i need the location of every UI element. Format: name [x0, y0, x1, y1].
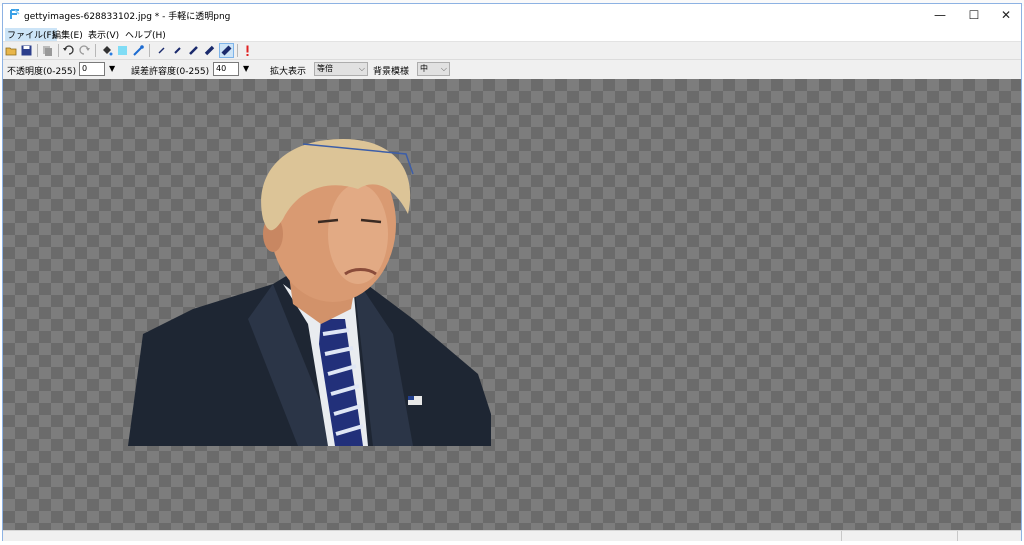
- app-window: gettyimages-628833102.jpg * - 手軽に透明png —…: [2, 3, 1022, 543]
- zoom-select[interactable]: 等倍 ⌵: [314, 62, 368, 76]
- opacity-dropdown-arrow-icon[interactable]: ▼: [109, 64, 115, 73]
- toolbar-separator: [95, 44, 96, 57]
- toolbar-separator: [237, 44, 238, 57]
- close-icon: ✕: [1000, 8, 1012, 22]
- maximize-button[interactable]: ☐: [957, 4, 991, 26]
- toolbar-separator: [37, 44, 38, 57]
- fill-bucket-icon[interactable]: [100, 44, 113, 57]
- menu-bar: ファイル(F) 編集(E) 表示(V) ヘルプ(H): [3, 26, 1021, 42]
- bg-pattern-select[interactable]: 中 ⌵: [417, 62, 450, 76]
- pen-size-3-icon[interactable]: [187, 44, 200, 57]
- tolerance-dropdown-arrow-icon[interactable]: ▼: [243, 64, 249, 73]
- minimize-button[interactable]: —: [923, 4, 957, 26]
- bg-pattern-label: 背景模様: [373, 67, 410, 77]
- tolerance-label: 誤差許容度(0-255): [131, 67, 210, 77]
- title-bar: gettyimages-628833102.jpg * - 手軽に透明png —…: [3, 4, 1021, 26]
- zoom-value: 等倍: [317, 64, 333, 73]
- zoom-label: 拡大表示: [270, 67, 307, 77]
- menu-edit[interactable]: 編集(E): [52, 28, 83, 41]
- chevron-down-icon: ⌵: [358, 64, 365, 73]
- open-folder-icon[interactable]: [5, 44, 18, 57]
- close-button[interactable]: ✕: [989, 4, 1023, 26]
- rectangle-icon[interactable]: [116, 44, 129, 57]
- tolerance-input[interactable]: 40: [213, 62, 239, 76]
- menu-view[interactable]: 表示(V): [88, 28, 119, 41]
- opacity-input[interactable]: 0: [79, 62, 105, 76]
- toolbar: [3, 42, 1021, 60]
- portrait-photo: [128, 139, 491, 446]
- pen-size-1-icon[interactable]: [155, 44, 168, 57]
- options-bar: 不透明度(0-255) 0 ▼ 誤差許容度(0-255) 40 ▼ 拡大表示 等…: [3, 60, 1021, 80]
- app-logo-icon: [10, 9, 20, 19]
- copy-icon[interactable]: [41, 44, 54, 57]
- menu-file[interactable]: ファイル(F): [5, 28, 58, 41]
- pen-size-4-icon[interactable]: [203, 44, 216, 57]
- eyedropper-icon[interactable]: [132, 44, 145, 57]
- menu-help[interactable]: ヘルプ(H): [125, 28, 166, 41]
- pen-size-2-icon[interactable]: [171, 44, 184, 57]
- alert-icon[interactable]: [241, 44, 254, 57]
- undo-icon[interactable]: [62, 44, 75, 57]
- maximize-icon: ☐: [968, 8, 980, 22]
- window-title: gettyimages-628833102.jpg * - 手軽に透明png: [24, 12, 231, 22]
- opacity-label: 不透明度(0-255): [7, 67, 77, 77]
- redo-icon[interactable]: [78, 44, 91, 57]
- bg-pattern-value: 中: [420, 64, 428, 73]
- save-icon[interactable]: [20, 44, 33, 57]
- image-canvas[interactable]: [3, 79, 1021, 530]
- background-window-strip: [0, 541, 1024, 545]
- pen-size-5-icon[interactable]: [219, 43, 234, 58]
- chevron-down-icon: ⌵: [440, 64, 447, 73]
- toolbar-separator: [149, 44, 150, 57]
- minimize-icon: —: [934, 8, 946, 22]
- toolbar-separator: [58, 44, 59, 57]
